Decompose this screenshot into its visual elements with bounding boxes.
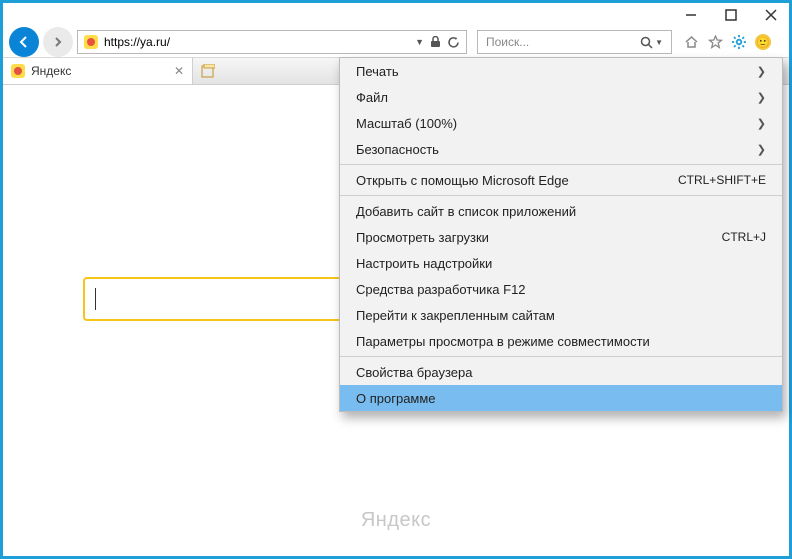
maximize-button[interactable] <box>721 5 741 25</box>
menu-separator <box>340 195 782 196</box>
dropdown-icon[interactable]: ▼ <box>415 37 424 47</box>
toolbar: https://ya.ru/ ▼ Поиск... ▼ 🙂 <box>3 27 789 57</box>
search-dropdown-icon[interactable]: ▼ <box>655 38 663 47</box>
favorites-icon[interactable] <box>706 33 724 51</box>
site-favicon <box>84 35 98 49</box>
chevron-right-icon: ❯ <box>757 65 766 78</box>
address-bar[interactable]: https://ya.ru/ ▼ <box>77 30 467 54</box>
chevron-right-icon: ❯ <box>757 143 766 156</box>
tab-favicon <box>11 64 25 78</box>
search-icon-group: ▼ <box>640 36 663 49</box>
chevron-right-icon: ❯ <box>757 91 766 104</box>
shortcut-label: CTRL+SHIFT+E <box>678 173 766 187</box>
menu-separator <box>340 164 782 165</box>
tab-title: Яндекс <box>31 64 71 78</box>
address-bar-controls: ▼ <box>415 36 460 49</box>
menu-print[interactable]: Печать❯ <box>340 58 782 84</box>
search-box[interactable]: Поиск... ▼ <box>477 30 672 54</box>
menu-security[interactable]: Безопасность❯ <box>340 136 782 162</box>
menu-about[interactable]: О программе <box>340 385 782 411</box>
menu-file[interactable]: Файл❯ <box>340 84 782 110</box>
close-window-button[interactable] <box>761 5 781 25</box>
menu-open-edge[interactable]: Открыть с помощью Microsoft EdgeCTRL+SHI… <box>340 167 782 193</box>
shortcut-label: CTRL+J <box>722 230 766 244</box>
home-icon[interactable] <box>682 33 700 51</box>
minimize-button[interactable] <box>681 5 701 25</box>
menu-separator <box>340 356 782 357</box>
back-button[interactable] <box>9 27 39 57</box>
close-tab-icon[interactable]: ✕ <box>174 64 184 78</box>
yandex-brand-label: Яндекс <box>3 509 789 532</box>
refresh-icon[interactable] <box>447 36 460 49</box>
menu-add-to-apps[interactable]: Добавить сайт в список приложений <box>340 198 782 224</box>
menu-compat-view[interactable]: Параметры просмотра в режиме совместимос… <box>340 328 782 354</box>
menu-goto-pinned[interactable]: Перейти к закрепленным сайтам <box>340 302 782 328</box>
menu-view-downloads[interactable]: Просмотреть загрузкиCTRL+J <box>340 224 782 250</box>
menu-f12-tools[interactable]: Средства разработчика F12 <box>340 276 782 302</box>
tools-menu: Печать❯ Файл❯ Масштаб (100%)❯ Безопаснос… <box>339 57 783 412</box>
menu-browser-properties[interactable]: Свойства браузера <box>340 359 782 385</box>
menu-zoom[interactable]: Масштаб (100%)❯ <box>340 110 782 136</box>
chevron-right-icon: ❯ <box>757 117 766 130</box>
text-caret <box>95 288 96 310</box>
tab-yandex[interactable]: Яндекс ✕ <box>3 58 193 84</box>
address-url: https://ya.ru/ <box>104 35 170 49</box>
search-icon[interactable] <box>640 36 653 49</box>
menu-manage-addons[interactable]: Настроить надстройки <box>340 250 782 276</box>
lock-icon[interactable] <box>430 36 441 48</box>
toolbar-icons: 🙂 <box>682 33 772 51</box>
forward-button[interactable] <box>43 27 73 57</box>
tools-gear-icon[interactable] <box>730 33 748 51</box>
search-placeholder: Поиск... <box>486 35 529 49</box>
titlebar <box>3 3 789 27</box>
new-tab-button[interactable] <box>193 58 223 84</box>
feedback-smile-icon[interactable]: 🙂 <box>754 33 772 51</box>
